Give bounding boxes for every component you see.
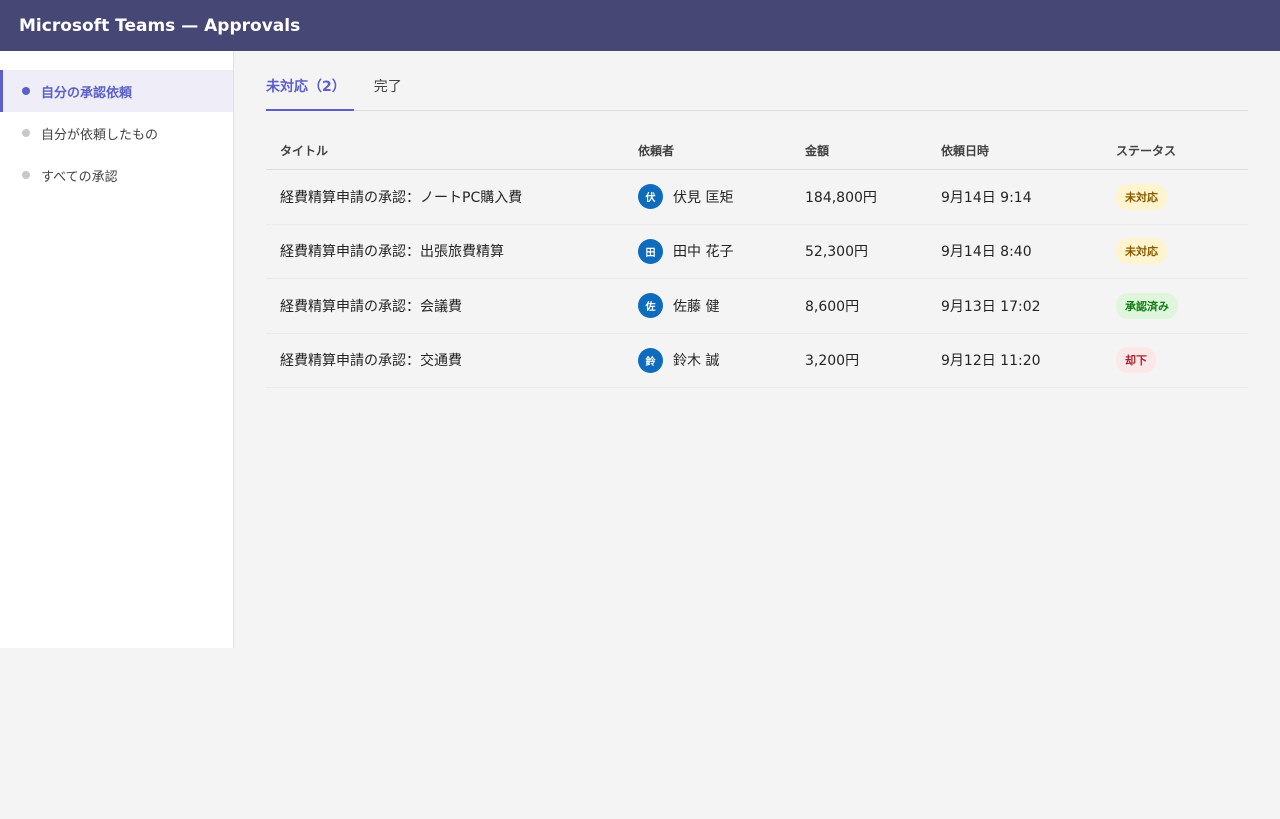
amount: 184,800円	[805, 189, 877, 206]
sidebar-item-label: 自分が依頼したもの	[41, 127, 159, 143]
amount: 52,300円	[805, 244, 868, 261]
table-header-row: タイトル 依頼者 金額 依頼日時 ステータス	[266, 132, 1248, 170]
tab-completed[interactable]: 完了	[374, 76, 402, 110]
request-title: 経費精算申請の承認：交通費	[280, 353, 462, 370]
requester-cell: 佐 佐藤 健	[638, 293, 805, 319]
bullet-dot-icon	[22, 129, 30, 137]
table-row[interactable]: 経費精算申請の承認：出張旅費精算 田 田中 花子 52,300円 9月14日 8…	[266, 225, 1248, 279]
table-row[interactable]: 経費精算申請の承認：会議費 佐 佐藤 健 8,600円 9月13日 17:02 …	[266, 279, 1248, 334]
requester-cell: 伏 伏見 匡矩	[638, 184, 805, 210]
table-row[interactable]: 経費精算申請の承認：交通費 鈴 鈴木 誠 3,200円 9月12日 11:20 …	[266, 334, 1248, 388]
tab-bar: 未対応（2） 完了	[266, 51, 1248, 111]
status-badge: 未対応	[1116, 238, 1167, 265]
amount: 3,200円	[805, 353, 860, 370]
status-badge: 承認済み	[1116, 292, 1178, 319]
status-cell: 却下	[1116, 347, 1248, 374]
avatar: 伏	[638, 184, 663, 210]
request-date: 9月14日 9:14	[941, 189, 1032, 206]
status-cell: 承認済み	[1116, 292, 1248, 319]
request-date: 9月12日 11:20	[941, 353, 1041, 370]
main-content: 未対応（2） 完了 タイトル 依頼者 金額 依頼日時 ステータス 経費精算申請の…	[266, 51, 1248, 388]
requester-name: 鈴木 誠	[673, 353, 720, 370]
sidebar-item-label: 自分の承認依頼	[41, 85, 133, 101]
bullet-dot-icon	[22, 171, 30, 179]
avatar: 鈴	[638, 347, 663, 373]
approvals-table: タイトル 依頼者 金額 依頼日時 ステータス 経費精算申請の承認：ノートPC購入…	[266, 132, 1248, 388]
sidebar-nav: 自分の承認依頼 自分が依頼したもの すべての承認	[0, 70, 233, 196]
request-title: 経費精算申請の承認：出張旅費精算	[280, 244, 504, 261]
tab-pending[interactable]: 未対応（2）	[266, 76, 354, 111]
sidebar: 自分の承認依頼 自分が依頼したもの すべての承認	[0, 51, 234, 648]
column-header-status[interactable]: ステータス	[1116, 142, 1248, 159]
request-title: 経費精算申請の承認：会議費	[280, 298, 462, 315]
request-date: 9月14日 8:40	[941, 244, 1032, 261]
status-cell: 未対応	[1116, 238, 1248, 265]
requester-cell: 田 田中 花子	[638, 238, 805, 264]
sidebar-item-label: すべての承認	[41, 169, 118, 185]
column-header-amount[interactable]: 金額	[805, 142, 941, 159]
request-date: 9月13日 17:02	[941, 298, 1041, 315]
request-title: 経費精算申請の承認：ノートPC購入費	[280, 189, 523, 206]
app-title: Microsoft Teams — Approvals	[19, 15, 301, 36]
app-header: Microsoft Teams — Approvals	[0, 0, 1280, 51]
requester-name: 佐藤 健	[673, 298, 720, 315]
bullet-dot-icon	[22, 87, 30, 95]
status-badge: 未対応	[1116, 183, 1167, 210]
avatar: 田	[638, 238, 663, 264]
status-cell: 未対応	[1116, 183, 1248, 210]
table-row[interactable]: 経費精算申請の承認：ノートPC購入費 伏 伏見 匡矩 184,800円 9月14…	[266, 170, 1248, 225]
requester-name: 伏見 匡矩	[673, 189, 734, 206]
requester-cell: 鈴 鈴木 誠	[638, 347, 805, 373]
column-header-requester[interactable]: 依頼者	[638, 142, 805, 159]
sidebar-item-all-approvals[interactable]: すべての承認	[0, 154, 233, 196]
requester-name: 田中 花子	[673, 244, 734, 261]
avatar: 佐	[638, 293, 663, 319]
column-header-title[interactable]: タイトル	[266, 142, 638, 159]
status-badge: 却下	[1116, 347, 1156, 374]
sidebar-item-my-approval-requests[interactable]: 自分の承認依頼	[0, 70, 233, 112]
sidebar-item-my-requests[interactable]: 自分が依頼したもの	[0, 112, 233, 154]
amount: 8,600円	[805, 298, 860, 315]
column-header-date[interactable]: 依頼日時	[941, 142, 1116, 159]
